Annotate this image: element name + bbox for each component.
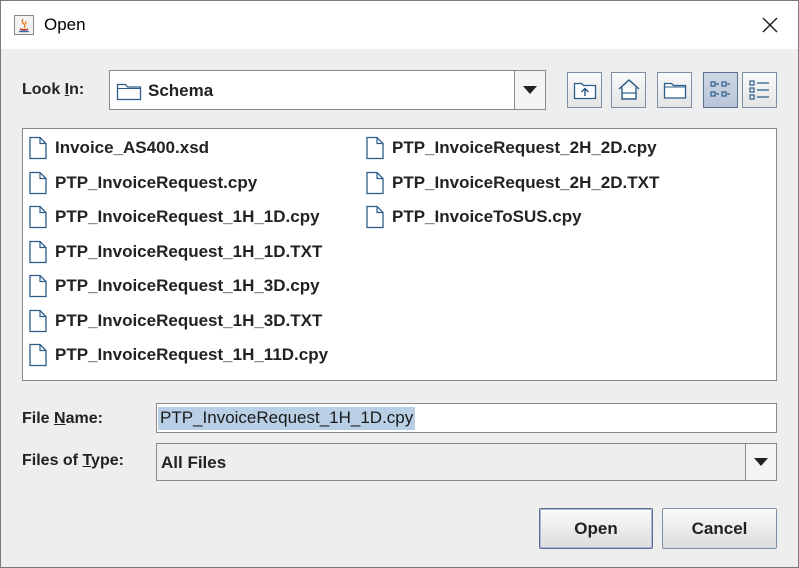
up-one-level-button[interactable] (567, 72, 602, 108)
file-item[interactable]: PTP_InvoiceRequest_2H_2D.cpy (365, 134, 657, 162)
open-dialog: Open Look In: Schema Invoice_AS400.xsd P… (0, 0, 799, 568)
title-bar: Open (1, 1, 798, 49)
home-button[interactable] (611, 72, 646, 108)
triangle-down-icon (523, 85, 537, 94)
file-icon (29, 205, 47, 229)
file-icon (29, 171, 47, 194)
look-in-value: Schema (148, 81, 214, 100)
file-name: PTP_InvoiceRequest_2H_2D.cpy (392, 138, 657, 157)
file-name: PTP_InvoiceRequest_1H_3D.TXT (55, 310, 323, 330)
file-name: PTP_InvoiceToSUS.cpy (392, 207, 582, 226)
file-name: PTP_InvoiceRequest_1H_3D.cpy (55, 276, 320, 295)
file-icon (29, 309, 47, 332)
new-folder-button[interactable] (657, 72, 692, 108)
file-type-label: Files of Type: (22, 452, 124, 469)
file-name: Invoice_AS400.xsd (55, 138, 210, 157)
file-item[interactable]: PTP_InvoiceToSUS.cpy (365, 203, 582, 231)
folder-icon (116, 83, 142, 101)
look-in-label: Look In: (22, 81, 85, 98)
file-name: PTP_InvoiceRequest.cpy (55, 172, 258, 192)
file-item[interactable]: PTP_InvoiceRequest_1H_1D.cpy (28, 203, 320, 231)
file-name-label: File Name: (22, 410, 103, 427)
details-view-icon (748, 80, 769, 100)
file-icon (366, 205, 384, 229)
file-name: PTP_InvoiceRequest_1H_11D.cpy (55, 345, 329, 364)
file-icon (366, 136, 384, 160)
file-icon (29, 240, 47, 263)
cancel-button[interactable]: Cancel (662, 508, 777, 549)
close-icon (762, 17, 778, 33)
file-list[interactable]: Invoice_AS400.xsd PTP_InvoiceRequest.cpy P… (22, 128, 777, 381)
file-item[interactable]: PTP_InvoiceRequest_1H_3D.cpy (28, 272, 320, 300)
file-icon (366, 171, 384, 194)
file-icon (29, 343, 47, 367)
file-type-dropdown-button[interactable] (745, 444, 776, 480)
up-folder-icon (573, 82, 596, 100)
file-item[interactable]: PTP_InvoiceRequest_2H_2D.TXT (365, 169, 659, 197)
file-name: PTP_InvoiceRequest_1H_1D.TXT (55, 241, 323, 261)
file-item[interactable]: Invoice_AS400.xsd (28, 134, 209, 162)
look-in-combo[interactable]: Schema (109, 70, 546, 110)
open-button[interactable]: Open (539, 508, 653, 549)
file-type-value: All Files (161, 453, 227, 472)
file-name: PTP_InvoiceRequest_2H_2D.TXT (392, 172, 660, 192)
home-icon (617, 78, 640, 100)
file-item[interactable]: PTP_InvoiceRequest_1H_11D.cpy (28, 341, 328, 369)
file-item[interactable]: PTP_InvoiceRequest_1H_1D.TXT (28, 238, 322, 266)
file-icon (29, 274, 47, 298)
file-item[interactable]: PTP_InvoiceRequest.cpy (28, 169, 257, 197)
file-name-value: PTP_InvoiceRequest_1H_1D.cpy (158, 407, 416, 430)
list-view-button[interactable] (703, 72, 738, 108)
file-item[interactable]: PTP_InvoiceRequest_1H_3D.TXT (28, 307, 322, 335)
file-name: PTP_InvoiceRequest_1H_1D.cpy (55, 207, 320, 226)
triangle-down-icon (754, 457, 768, 466)
close-button[interactable] (753, 9, 787, 41)
details-view-button[interactable] (742, 72, 777, 108)
list-view-icon (709, 81, 730, 97)
file-name-input[interactable]: PTP_InvoiceRequest_1H_1D.cpy (156, 403, 777, 433)
look-in-dropdown-button[interactable] (514, 71, 545, 109)
file-type-combo[interactable]: All Files (156, 443, 777, 481)
new-folder-icon (663, 82, 686, 99)
file-icon (29, 136, 47, 160)
java-app-icon (14, 15, 34, 35)
window-title: Open (44, 15, 86, 34)
